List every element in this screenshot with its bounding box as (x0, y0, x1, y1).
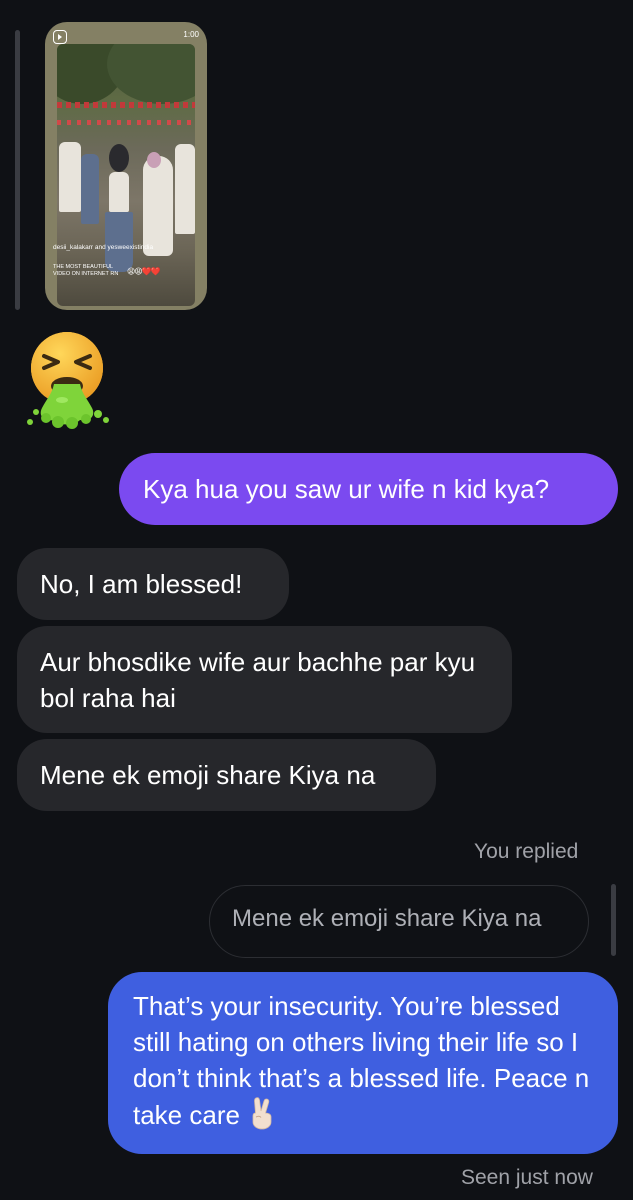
nauseated-face-emoji-icon (27, 332, 109, 429)
shared-reel-card[interactable]: 1:00 desii_kalakarr and yesweexistindia … (45, 22, 207, 310)
reel-duration: 1:00 (183, 30, 199, 39)
sent-message-bubble[interactable]: Kya hua you saw ur wife n kid kya? (119, 453, 618, 525)
quoted-reply-bubble[interactable]: Mene ek emoji share Kiya na (209, 885, 589, 958)
sent-message-bubble[interactable]: That’s your insecurity. You’re blessed s… (108, 972, 618, 1154)
reply-thread-bar (15, 30, 20, 310)
reel-author: desii_kalakarr and yesweexistindia (53, 244, 154, 251)
reel-caption: THE MOST BEAUTIFUL VIDEO ON INTERNET RN (53, 264, 119, 277)
message-text: No, I am blessed! (40, 569, 243, 599)
message-text: Aur bhosdike wife aur bachhe par kyu bol… (40, 647, 476, 713)
quoted-text: Mene ek emoji share Kiya na (232, 905, 542, 932)
message-text: Kya hua you saw ur wife n kid kya? (143, 474, 550, 504)
received-message-bubble[interactable]: Mene ek emoji share Kiya na (17, 739, 436, 811)
message-text: Mene ek emoji share Kiya na (40, 760, 376, 790)
received-message-bubble[interactable]: Aur bhosdike wife aur bachhe par kyu bol… (17, 626, 512, 733)
you-replied-label: You replied (474, 840, 579, 863)
victory-hand-emoji-icon (252, 1097, 272, 1130)
message-text: That’s your insecurity. You’re blessed s… (133, 991, 590, 1130)
received-message-bubble[interactable]: No, I am blessed! (17, 548, 289, 620)
seen-status: Seen just now (461, 1166, 593, 1189)
reel-caption-emoji: 😫😫❤️❤️ (127, 267, 161, 276)
reply-thread-bar (611, 884, 616, 956)
reels-icon (53, 30, 67, 44)
